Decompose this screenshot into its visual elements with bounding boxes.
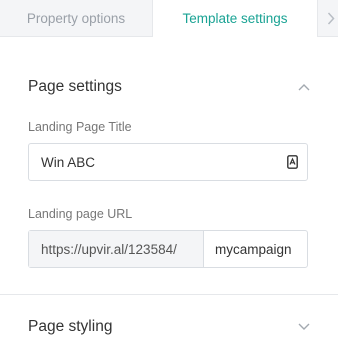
settings-tab-bar: Property options Template settings <box>0 0 338 37</box>
chevron-right-icon <box>327 11 335 25</box>
landing-page-url-slug-input[interactable]: mycampaign <box>204 242 307 257</box>
page-styling-header[interactable]: Page styling <box>0 315 338 339</box>
landing-page-url-field: https://upvir.al/123584/ mycampaign <box>28 230 308 268</box>
landing-page-url-prefix: https://upvir.al/123584/ <box>29 231 204 267</box>
landing-page-title-field[interactable]: Win ABC <box>28 143 308 181</box>
page-styling-title: Page styling <box>28 318 113 335</box>
tab-template-settings[interactable]: Template settings <box>153 0 317 37</box>
landing-page-title-value[interactable]: Win ABC <box>29 155 277 170</box>
page-settings-header[interactable]: Page settings <box>0 75 338 99</box>
chevron-down-icon[interactable] <box>298 323 310 331</box>
tab-scroll-right-button[interactable] <box>317 0 338 36</box>
section-divider <box>0 294 338 295</box>
chevron-up-icon[interactable] <box>298 83 310 91</box>
landing-page-url-label: Landing page URL <box>28 207 133 221</box>
page-settings-title: Page settings <box>28 78 122 95</box>
text-field-icon[interactable] <box>277 155 307 169</box>
landing-page-title-label: Landing Page Title <box>28 120 132 134</box>
tab-property-options[interactable]: Property options <box>0 0 153 36</box>
